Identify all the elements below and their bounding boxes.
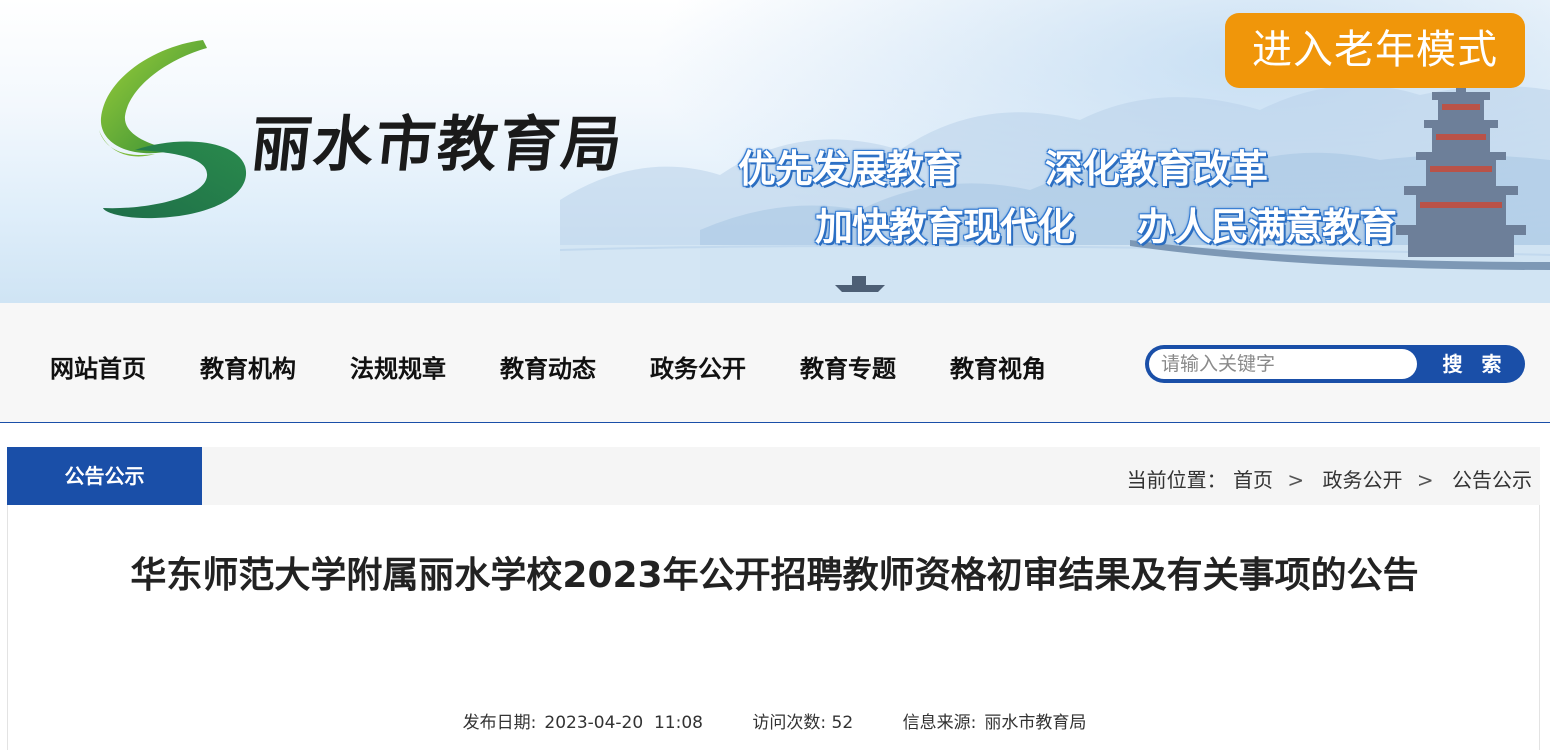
nav-item-regulations[interactable]: 法规规章 bbox=[350, 349, 446, 384]
slogan-text: 深化教育改革 bbox=[1045, 147, 1268, 191]
nav-item-topics[interactable]: 教育专题 bbox=[800, 349, 896, 384]
breadcrumb-separator: > bbox=[1287, 468, 1305, 492]
publish-date-value: 2023-04-20 11:08 bbox=[544, 713, 703, 733]
search-box: 搜 索 bbox=[1145, 345, 1525, 383]
article-panel: 华东师范大学附属丽水学校2023年公开招聘教师资格初审结果及有关事项的公告 发布… bbox=[7, 505, 1540, 750]
nav-item-institutions[interactable]: 教育机构 bbox=[200, 349, 296, 384]
breadcrumb-prefix: 当前位置： bbox=[1126, 468, 1227, 492]
section-tab-announcements[interactable]: 公告公示 bbox=[7, 447, 202, 505]
view-count: 访问次数: 52 bbox=[752, 708, 853, 733]
search-button[interactable]: 搜 索 bbox=[1425, 345, 1525, 383]
section-header: 公告公示 当前位置： 首页 > 政务公开 > 公告公示 bbox=[7, 447, 1540, 505]
nav-item-gov-affairs[interactable]: 政务公开 bbox=[650, 349, 746, 384]
breadcrumb-announcements[interactable]: 公告公示 bbox=[1452, 464, 1532, 493]
bureau-logo-icon bbox=[99, 40, 247, 219]
publish-date-label: 发布日期: bbox=[462, 713, 537, 733]
nav-item-perspective[interactable]: 教育视角 bbox=[950, 349, 1046, 384]
slogan-text: 优先发展教育 bbox=[738, 147, 961, 191]
header-banner: 丽水市教育局 优先发展教育 深化教育改革 加快教育现代化 办人民满意教育 进入老… bbox=[0, 0, 1550, 303]
breadcrumb: 当前位置： 首页 > 政务公开 > 公告公示 bbox=[1127, 464, 1532, 493]
elder-mode-button[interactable]: 进入老年模式 bbox=[1225, 13, 1525, 88]
info-source-value: 丽水市教育局 bbox=[984, 713, 1087, 733]
main-nav: 网站首页 教育机构 法规规章 教育动态 政务公开 教育专题 教育视角 搜 索 bbox=[0, 303, 1550, 423]
view-count-value: 52 bbox=[831, 713, 854, 733]
search-input[interactable] bbox=[1149, 349, 1417, 379]
site-title: 丽水市教育局 bbox=[247, 110, 628, 180]
article-title: 华东师范大学附属丽水学校2023年公开招聘教师资格初审结果及有关事项的公告 bbox=[130, 555, 1419, 596]
info-source-label: 信息来源: bbox=[902, 713, 977, 733]
breadcrumb-gov-affairs[interactable]: 政务公开 bbox=[1323, 464, 1403, 493]
breadcrumb-separator: > bbox=[1416, 468, 1434, 492]
article-meta: 发布日期: 2023-04-20 11:08 访问次数: 52 信息来源: 丽水市教… bbox=[8, 708, 1541, 733]
slogan-text: 加快教育现代化 bbox=[815, 205, 1075, 249]
nav-item-home[interactable]: 网站首页 bbox=[50, 349, 146, 384]
info-source: 信息来源: 丽水市教育局 bbox=[903, 708, 1087, 733]
view-count-label: 访问次数: bbox=[752, 713, 827, 733]
slogan-text: 办人民满意教育 bbox=[1137, 205, 1397, 249]
breadcrumb-home[interactable]: 首页 bbox=[1233, 464, 1273, 493]
publish-date: 发布日期: 2023-04-20 11:08 bbox=[463, 708, 703, 733]
nav-item-news[interactable]: 教育动态 bbox=[500, 349, 596, 384]
